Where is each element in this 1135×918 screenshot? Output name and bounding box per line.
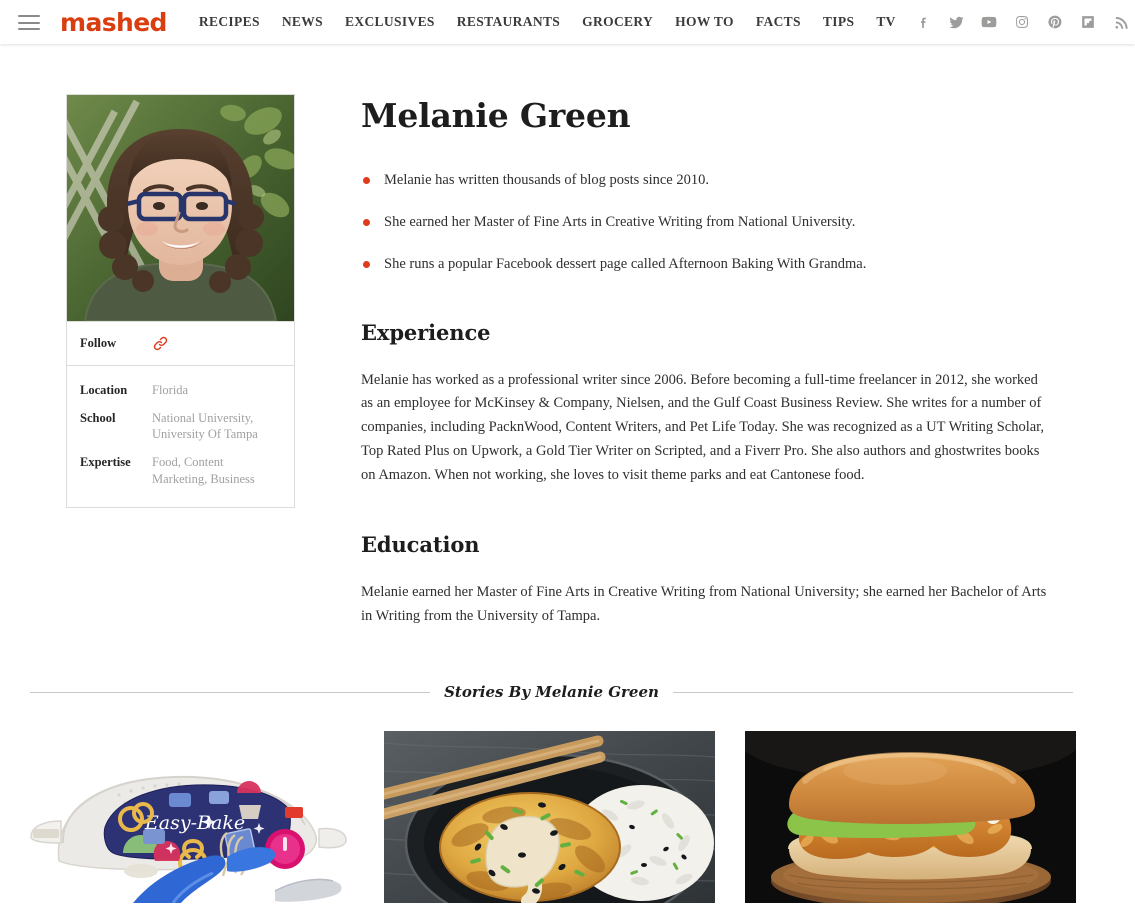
page-content: Follow Location Florida School National …: [0, 44, 1135, 918]
nav-item-news[interactable]: NEWS: [271, 10, 334, 34]
story-thumbnail-chicken-sandwich[interactable]: [745, 731, 1076, 903]
rss-icon[interactable]: [1105, 7, 1135, 37]
nav-item-how-to[interactable]: HOW TO: [664, 10, 745, 34]
meta-key: Expertise: [80, 454, 131, 469]
nav-item-grocery[interactable]: GROCERY: [571, 10, 664, 34]
experience-heading: Experience: [361, 319, 491, 345]
follow-label: Follow: [80, 336, 117, 350]
meta-row-expertise: Expertise Food, Content Marketing, Busin…: [80, 454, 281, 487]
meta-value: Food, Content Marketing, Business: [152, 454, 255, 486]
nav-item-tips[interactable]: TIPS: [812, 10, 865, 34]
author-main-content: Melanie Green Melanie has written thousa…: [295, 94, 1080, 629]
education-body: Melanie earned her Master of Fine Arts i…: [361, 584, 1047, 625]
meta-row-location: Location Florida: [80, 382, 281, 399]
site-logo[interactable]: mashed: [60, 10, 167, 35]
author-avatar: [67, 95, 294, 321]
story-thumbnail-easy-bake-oven[interactable]: Easy-Bake: [23, 731, 354, 903]
site-header: mashed RECIPES NEWS EXCLUSIVES RESTAURAN…: [0, 0, 1135, 44]
facebook-icon[interactable]: [907, 7, 940, 37]
nav-item-tv[interactable]: TV: [865, 10, 906, 34]
meta-value: National University, University Of Tampa: [152, 410, 258, 442]
pinterest-icon[interactable]: [1039, 7, 1072, 37]
instagram-icon[interactable]: [1006, 7, 1039, 37]
story-card[interactable]: FACTS The Untold Truth Of Egg Foo Young: [384, 731, 715, 918]
list-item: She runs a popular Facebook dessert page…: [361, 254, 1080, 276]
meta-row-school: School National University, University O…: [80, 410, 281, 443]
author-info-card: Follow Location Florida School National …: [66, 94, 295, 509]
education-heading: Education: [361, 532, 480, 558]
main-navigation: RECIPES NEWS EXCLUSIVES RESTAURANTS GROC…: [199, 10, 907, 34]
story-card[interactable]: RESTAURANTS 12 Chain Sandwich Shops That…: [745, 731, 1076, 918]
hamburger-icon[interactable]: [18, 14, 40, 30]
stories-section: Stories By Melanie Green Easy-Bake: [0, 629, 1135, 918]
flipboard-icon[interactable]: [1072, 7, 1105, 37]
nav-item-recipes[interactable]: RECIPES: [199, 10, 271, 34]
list-item: Melanie has written thousands of blog po…: [361, 170, 1080, 192]
stories-heading: Stories By Melanie Green: [30, 683, 1073, 701]
list-item: She earned her Master of Fine Arts in Cr…: [361, 212, 1080, 234]
nav-item-restaurants[interactable]: RESTAURANTS: [446, 10, 571, 34]
meta-value: Florida: [152, 383, 189, 397]
page-title: Melanie Green: [361, 96, 631, 135]
nav-item-exclusives[interactable]: EXCLUSIVES: [334, 10, 446, 34]
meta-key: Location: [80, 383, 128, 397]
stories-heading-label: Stories By Melanie Green: [444, 683, 659, 701]
social-links: [907, 7, 1135, 37]
follow-row: Follow: [67, 321, 294, 366]
twitter-icon[interactable]: [940, 7, 973, 37]
author-highlights: Melanie has written thousands of blog po…: [361, 170, 1080, 275]
stories-grid: Easy-Bake: [23, 731, 1086, 918]
author-profile: Follow Location Florida School National …: [0, 44, 1135, 629]
meta-key: School: [80, 410, 116, 425]
story-card[interactable]: Easy-Bake: [23, 731, 354, 918]
rule-right: [672, 691, 1073, 693]
story-thumbnail-egg-foo-young[interactable]: [384, 731, 715, 903]
experience-body: Melanie has worked as a professional wri…: [361, 371, 1045, 484]
youtube-icon[interactable]: [973, 7, 1006, 37]
link-icon[interactable]: [152, 335, 169, 352]
author-meta-table: Location Florida School National Univers…: [67, 366, 294, 507]
rule-left: [30, 691, 431, 693]
nav-item-facts[interactable]: FACTS: [745, 10, 812, 34]
